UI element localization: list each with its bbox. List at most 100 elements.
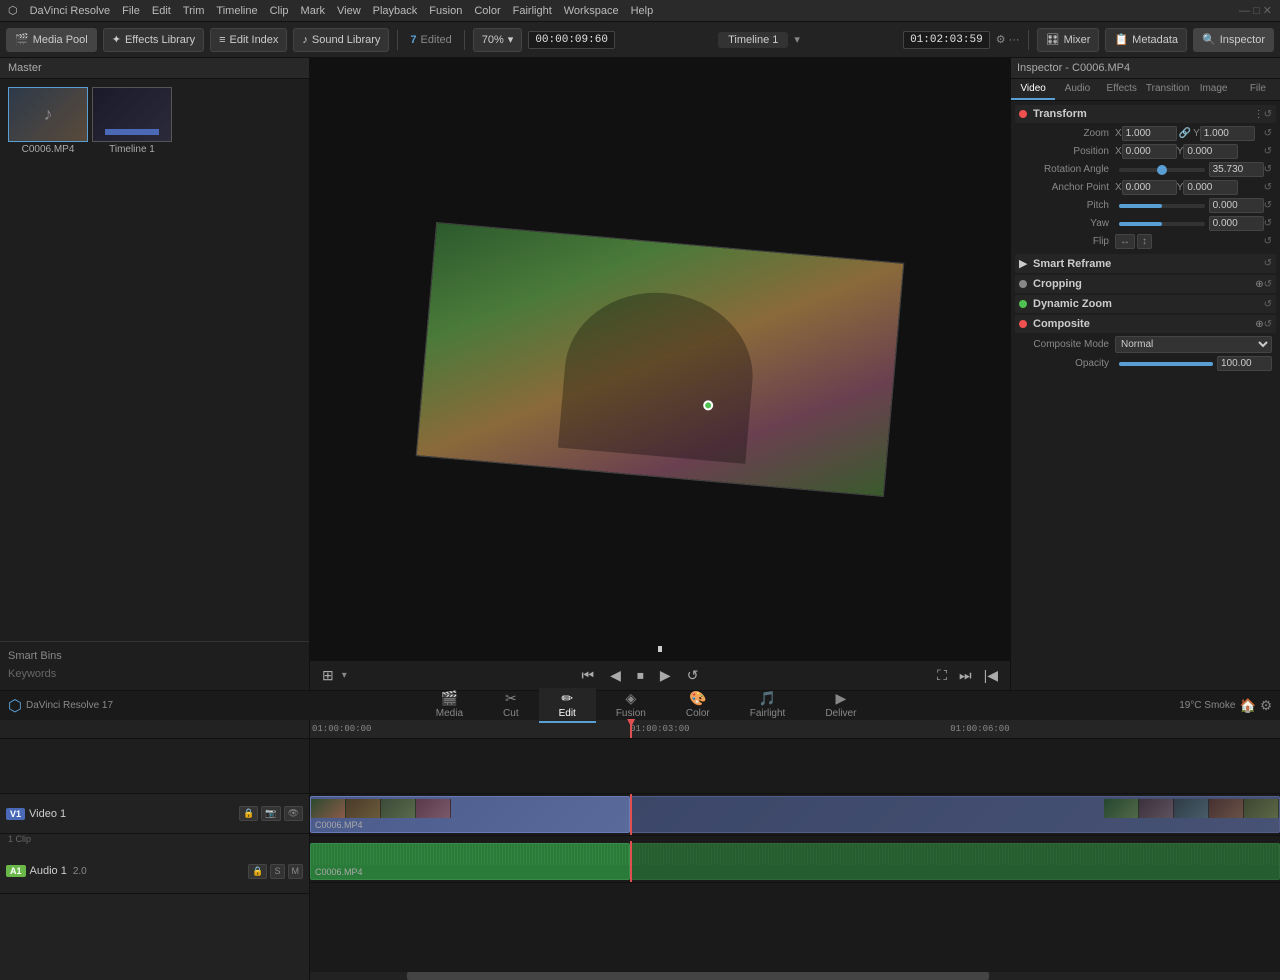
go-to-start-btn[interactable]: ⏮ (578, 665, 599, 686)
stop-btn[interactable]: ⏹ (633, 665, 648, 686)
audio-m-btn[interactable]: M (288, 864, 304, 879)
smart-reframe-section-header[interactable]: ▶ Smart Reframe ↺ (1015, 254, 1276, 273)
audio-clip-1[interactable]: C0006.MP4 (310, 843, 630, 880)
previous-frame-btn[interactable]: ◀ (606, 665, 625, 686)
menu-item-timeline[interactable]: Timeline (216, 5, 257, 17)
media-item-timeline1[interactable]: Timeline 1 (92, 87, 172, 155)
tab-fusion[interactable]: ◈ Fusion (596, 688, 666, 723)
zoom-link-icon[interactable]: 🔗 (1179, 128, 1191, 139)
tab-deliver[interactable]: ▶ Deliver (805, 688, 876, 723)
menu-item-clip[interactable]: Clip (270, 5, 289, 17)
home-btn[interactable]: 🏠 (1239, 698, 1256, 714)
cropping-section-header[interactable]: Cropping ⊕ ↺ (1015, 275, 1276, 293)
preview-settings-btn[interactable]: ⊞ (318, 665, 338, 686)
timeline-name-badge[interactable]: Timeline 1 (718, 32, 788, 48)
timeline-scrollbar[interactable] (310, 972, 1280, 980)
pitch-input[interactable] (1209, 198, 1264, 213)
position-reset-btn[interactable]: ↺ (1264, 146, 1272, 157)
media-thumb-c0006[interactable]: ♪ (8, 87, 88, 142)
effects-library-button[interactable]: ✦ Effects Library (103, 28, 204, 52)
menu-item-help[interactable]: Help (631, 5, 654, 17)
composite-mode-select[interactable]: Normal (1115, 336, 1272, 353)
tab-cut[interactable]: ✂ Cut (483, 688, 539, 723)
settings-btn[interactable]: ⚙ (1260, 698, 1272, 714)
timecode-display[interactable]: 00:00:09:60 (528, 31, 615, 49)
yaw-reset-btn[interactable]: ↺ (1264, 218, 1272, 229)
inspector-tab-audio[interactable]: Audio (1055, 79, 1099, 100)
menu-item-view[interactable]: View (337, 5, 361, 17)
media-thumb-timeline1[interactable] (92, 87, 172, 142)
menu-item-color[interactable]: Color (474, 5, 500, 17)
anchor-reset-btn[interactable]: ↺ (1264, 182, 1272, 193)
inspector-tab-file[interactable]: File (1236, 79, 1280, 100)
inspector-tab-video[interactable]: Video (1011, 79, 1055, 100)
composite-reset-btn[interactable]: ↺ (1264, 319, 1272, 330)
zoom-y-input[interactable] (1200, 126, 1255, 141)
smart-reframe-reset-btn[interactable]: ↺ (1264, 258, 1272, 269)
flip-h-btn[interactable]: ↔ (1115, 234, 1135, 249)
composite-section-header[interactable]: Composite ⊕ ↺ (1015, 315, 1276, 333)
menu-item-playback[interactable]: Playback (373, 5, 418, 17)
timeline-playhead[interactable] (630, 719, 632, 738)
dynamic-zoom-reset-btn[interactable]: ↺ (1264, 299, 1272, 310)
flip-v-btn[interactable]: ↕ (1137, 234, 1152, 249)
menu-item-fairlight[interactable]: Fairlight (513, 5, 552, 17)
yaw-input[interactable] (1209, 216, 1264, 231)
pitch-reset-btn[interactable]: ↺ (1264, 200, 1272, 211)
sound-library-button[interactable]: ♪ Sound Library (293, 28, 389, 52)
menu-item-mark[interactable]: Mark (301, 5, 325, 17)
audio-clip-2[interactable] (630, 843, 1280, 880)
audio-lock-btn[interactable]: 🔒 (248, 864, 267, 879)
tab-media[interactable]: 🎬 Media (416, 688, 483, 723)
timeline-dropdown-icon[interactable]: ▾ (794, 33, 800, 46)
inspector-tab-image[interactable]: Image (1191, 79, 1235, 100)
position-y-input[interactable] (1183, 144, 1238, 159)
track-eye-btn[interactable]: 👁 (284, 806, 303, 821)
edit-index-button[interactable]: ≡ Edit Index (210, 28, 287, 52)
transform-reset-btn[interactable]: ↺ (1264, 109, 1272, 120)
go-to-end-btn[interactable]: ⏭ (955, 665, 976, 686)
tab-color[interactable]: 🎨 Color (666, 688, 730, 723)
keywords-item[interactable]: Keywords (8, 666, 301, 682)
metadata-button[interactable]: 📋 Metadata (1105, 28, 1187, 52)
inspector-button[interactable]: 🔍 Inspector (1193, 28, 1274, 52)
media-item-c0006[interactable]: ♪ C0006.MP4 (8, 87, 88, 155)
menu-item-trim[interactable]: Trim (183, 5, 205, 17)
menu-item-file[interactable]: File (122, 5, 140, 17)
zoom-select[interactable]: 70% ▾ (473, 28, 523, 52)
mixer-button[interactable]: 🎛 Mixer (1037, 28, 1100, 52)
menu-item-workspace[interactable]: Workspace (564, 5, 619, 17)
rotation-slider-thumb[interactable] (1157, 165, 1167, 175)
cropping-reset-btn[interactable]: ↺ (1264, 279, 1272, 290)
inspector-tab-transition[interactable]: Transition (1144, 79, 1192, 100)
anchor-y-input[interactable] (1183, 180, 1238, 195)
prev-clip-btn[interactable]: |◀ (980, 665, 1002, 686)
video-clip-1[interactable]: C0006.MP4 (310, 796, 630, 833)
opacity-slider[interactable] (1119, 362, 1213, 366)
loop-btn[interactable]: ↺ (683, 665, 703, 686)
menu-item-edit[interactable]: Edit (152, 5, 171, 17)
zoom-x-input[interactable] (1122, 126, 1177, 141)
position-x-input[interactable] (1122, 144, 1177, 159)
scrollbar-thumb[interactable] (407, 972, 989, 980)
rotation-input[interactable] (1209, 162, 1264, 177)
menu-item-fusion[interactable]: Fusion (429, 5, 462, 17)
transform-section-header[interactable]: Transform ⋮ ↺ (1015, 105, 1276, 123)
fullscreen-btn[interactable]: ⛶ (933, 665, 951, 686)
inspector-tab-effects[interactable]: Effects (1100, 79, 1144, 100)
audio-s-btn[interactable]: S (270, 864, 284, 879)
rotation-reset-btn[interactable]: ↺ (1264, 164, 1272, 175)
track-camera-btn[interactable]: 📷 (261, 806, 280, 821)
anchor-x-input[interactable] (1122, 180, 1177, 195)
tab-edit[interactable]: ✏ Edit (539, 688, 596, 723)
flip-reset-btn[interactable]: ↺ (1264, 236, 1272, 247)
opacity-input[interactable] (1217, 356, 1272, 371)
zoom-reset-btn[interactable]: ↺ (1264, 128, 1272, 139)
menu-item-davinci[interactable]: DaVinci Resolve (30, 5, 111, 17)
tab-fairlight[interactable]: 🎵 Fairlight (730, 688, 806, 723)
play-btn[interactable]: ▶ (656, 665, 675, 686)
dynamic-zoom-section-header[interactable]: Dynamic Zoom ↺ (1015, 295, 1276, 313)
track-lock-btn[interactable]: 🔒 (239, 806, 258, 821)
video-clip-2[interactable] (630, 796, 1280, 833)
media-pool-button[interactable]: 🎬 Media Pool (6, 28, 97, 52)
